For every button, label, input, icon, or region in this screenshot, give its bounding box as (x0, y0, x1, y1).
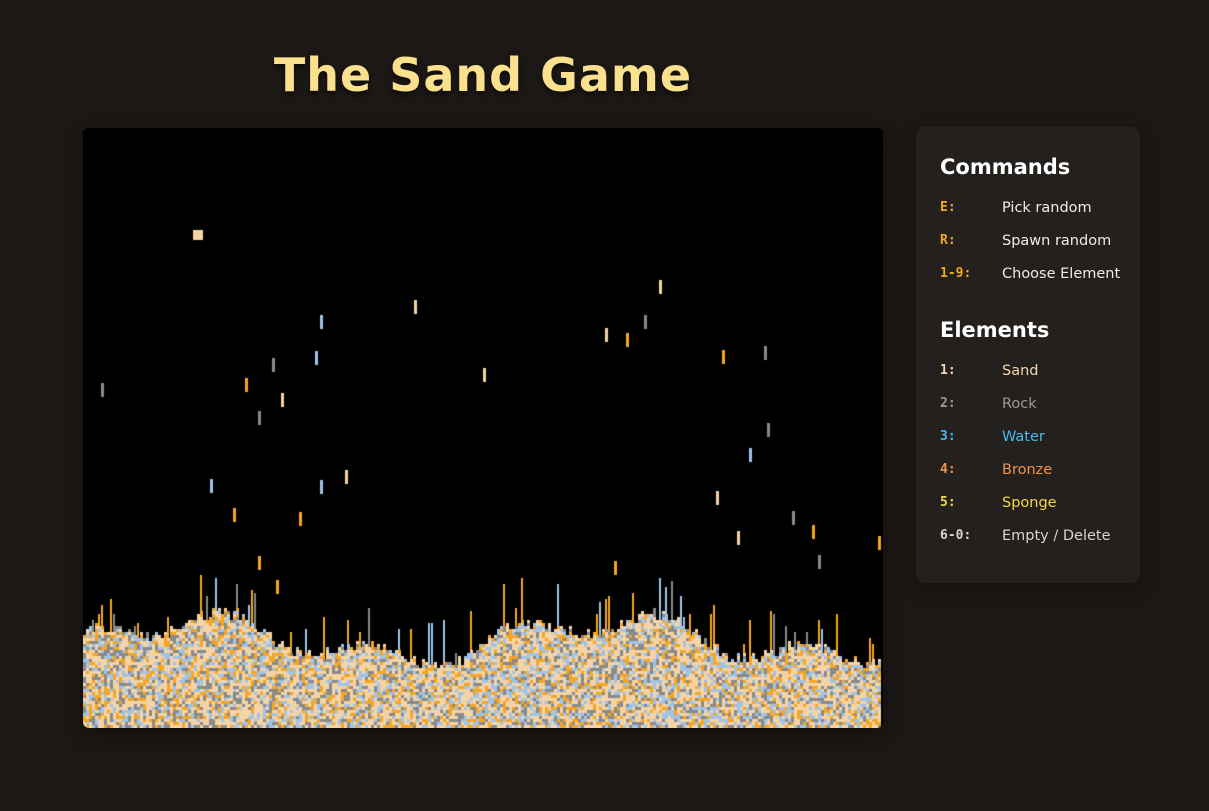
element-label: Rock (1002, 395, 1037, 412)
commands-list: E: Pick random R: Spawn random 1-9: Choo… (940, 191, 1140, 290)
command-key: R: (940, 233, 956, 248)
controls-panel: Commands E: Pick random R: Spawn random … (916, 127, 1140, 583)
element-key: 4: (940, 462, 956, 477)
elements-heading: Elements (940, 318, 1050, 342)
element-row-bronze: 4: Bronze (940, 453, 1140, 486)
sand-simulation-canvas[interactable] (83, 128, 883, 728)
command-key: E: (940, 200, 956, 215)
element-label: Water (1002, 428, 1045, 445)
element-key: 6-0: (940, 528, 972, 543)
element-row-water: 3: Water (940, 420, 1140, 453)
element-key: 1: (940, 363, 956, 378)
command-row-pick-random: E: Pick random (940, 191, 1140, 224)
game-title: The Sand Game (273, 48, 693, 102)
particle-grid[interactable] (83, 128, 883, 728)
element-row-sand: 1: Sand (940, 354, 1140, 387)
command-row-spawn-random: R: Spawn random (940, 224, 1140, 257)
command-key: 1-9: (940, 266, 972, 281)
element-label: Sand (1002, 362, 1039, 379)
element-key: 3: (940, 429, 956, 444)
element-row-empty-delete: 6-0: Empty / Delete (940, 519, 1140, 552)
element-label: Bronze (1002, 461, 1053, 478)
element-label: Empty / Delete (1002, 527, 1111, 544)
command-row-choose-element: 1-9: Choose Element (940, 257, 1140, 290)
element-key: 5: (940, 495, 956, 510)
command-label: Pick random (1002, 199, 1092, 216)
element-key: 2: (940, 396, 956, 411)
commands-heading: Commands (940, 155, 1071, 179)
element-row-sponge: 5: Sponge (940, 486, 1140, 519)
command-label: Choose Element (1002, 265, 1121, 282)
element-row-rock: 2: Rock (940, 387, 1140, 420)
elements-list: 1: Sand 2: Rock 3: Water 4: Bronze 5: Sp… (940, 354, 1140, 552)
element-label: Sponge (1002, 494, 1057, 511)
command-label: Spawn random (1002, 232, 1112, 249)
